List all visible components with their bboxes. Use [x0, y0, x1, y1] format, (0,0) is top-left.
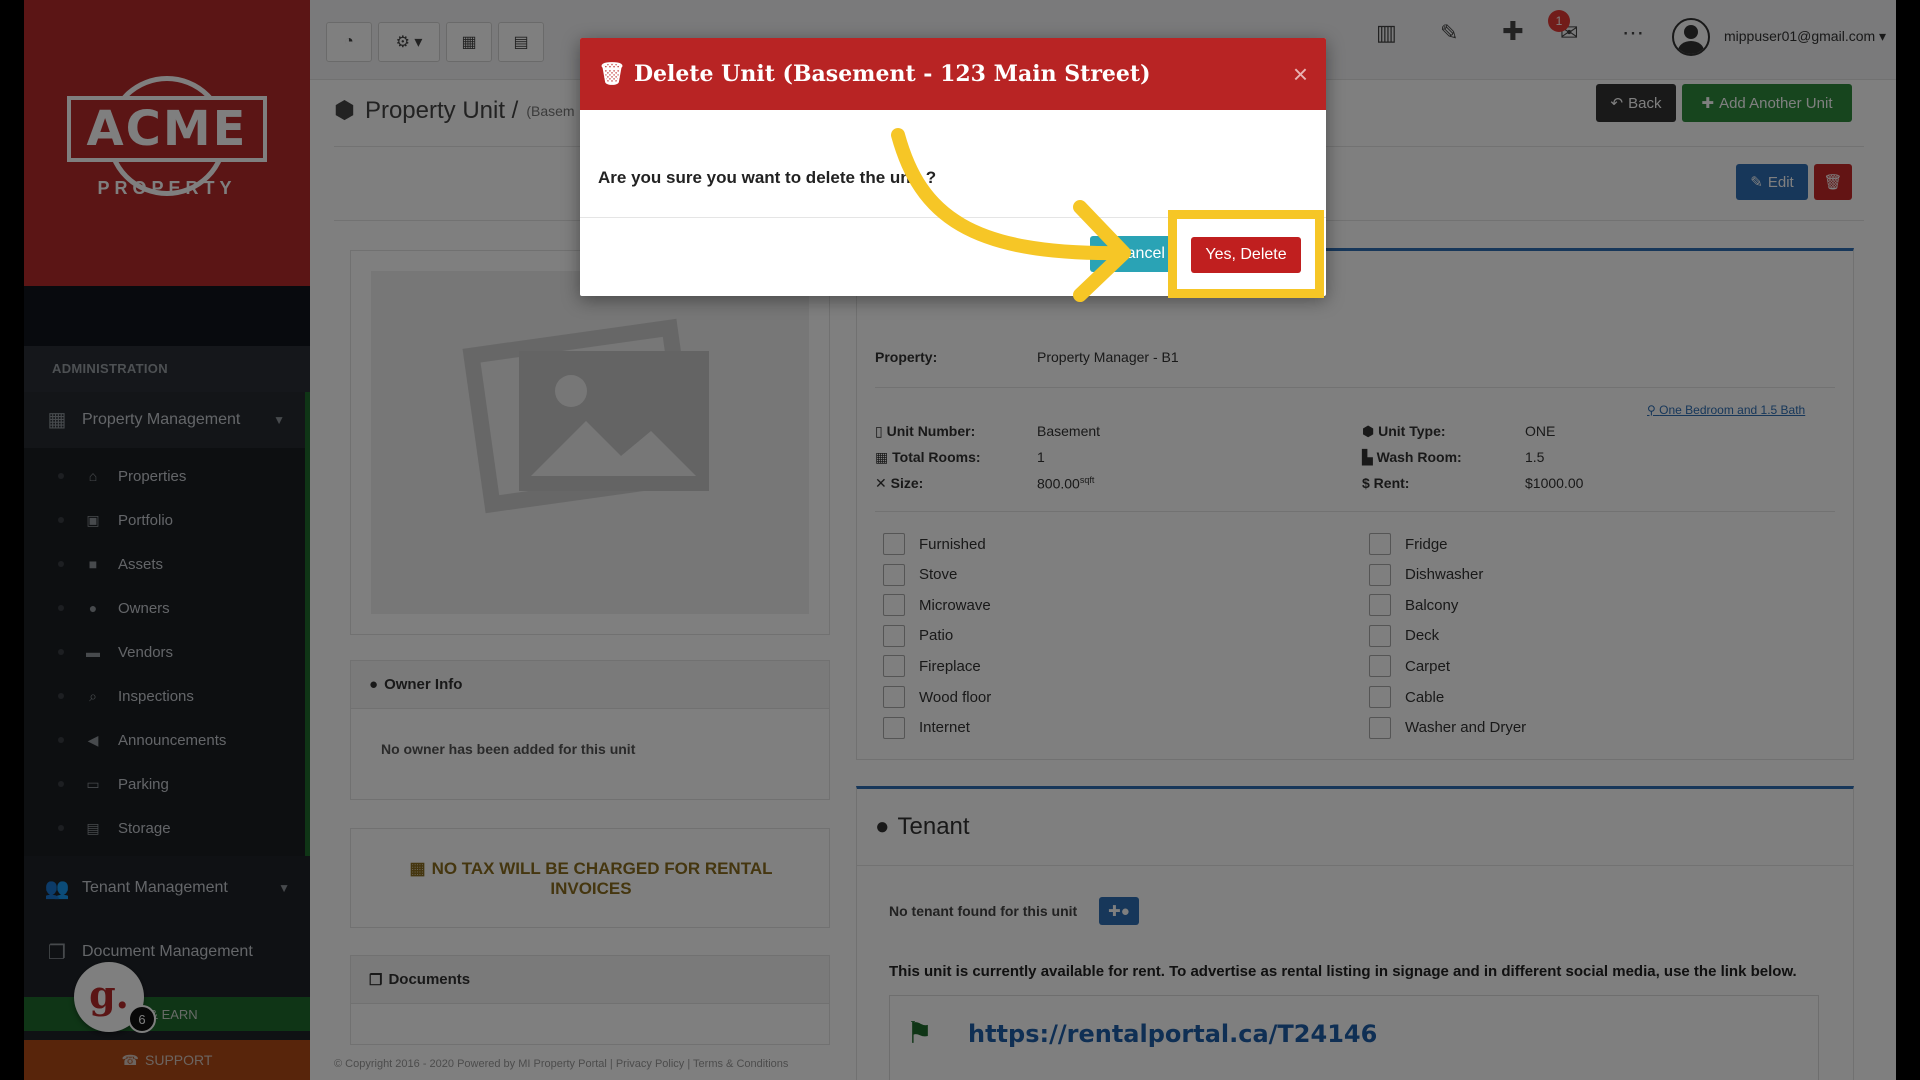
- dialog-header: 🗑 Delete Unit (Basement - 123 Main Stree…: [580, 38, 1326, 110]
- dialog-title: Delete Unit (Basement - 123 Main Street): [633, 61, 1151, 87]
- highlight-frame: Yes, Delete: [1168, 210, 1324, 298]
- close-icon[interactable]: ×: [1293, 59, 1308, 90]
- arrow-annotation-icon: [891, 128, 1131, 302]
- trash-icon: 🗑: [598, 61, 626, 87]
- yes-delete-button[interactable]: Yes, Delete: [1191, 237, 1301, 273]
